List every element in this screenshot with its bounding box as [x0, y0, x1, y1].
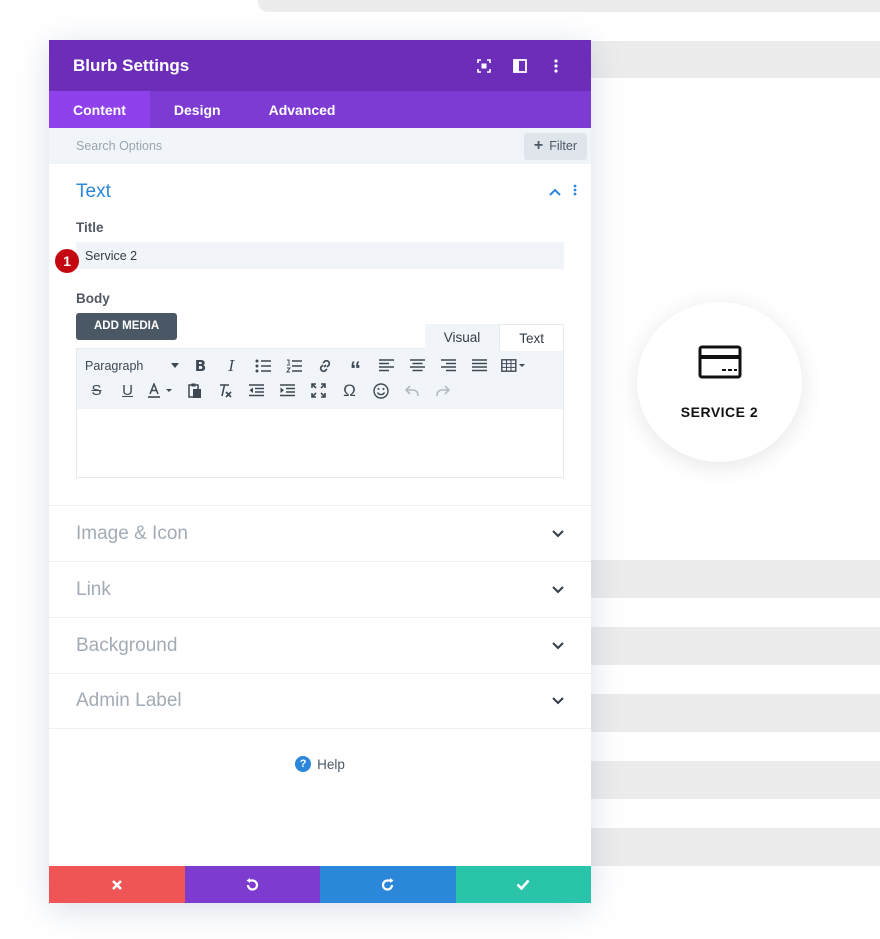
bg-stripe	[560, 761, 880, 799]
align-left-icon[interactable]	[371, 353, 402, 378]
credit-card-icon	[698, 345, 742, 384]
redo-button[interactable]	[320, 866, 456, 903]
bold-icon[interactable]: B	[185, 353, 216, 378]
search-bar: + Filter	[49, 128, 591, 164]
title-input[interactable]	[76, 242, 564, 269]
indent-icon[interactable]	[272, 378, 303, 403]
chevron-down-icon	[552, 581, 564, 599]
caret-down-icon	[171, 363, 179, 368]
add-media-button[interactable]: ADD MEDIA	[76, 313, 178, 340]
undo-button[interactable]	[184, 866, 320, 903]
bg-stripe	[560, 41, 880, 78]
section-background-title: Background	[76, 634, 178, 656]
section-image-icon-title: Image & Icon	[76, 522, 188, 544]
section-link-title: Link	[76, 578, 111, 600]
filter-label: Filter	[549, 139, 577, 153]
tab-content[interactable]: Content	[49, 91, 150, 128]
top-bar-stripe	[258, 0, 880, 12]
tab-text[interactable]: Text	[499, 324, 564, 351]
bullet-list-icon[interactable]	[247, 353, 278, 378]
section-image-icon[interactable]: Image & Icon	[49, 505, 591, 561]
blurb-preview-title: SERVICE 2	[680, 403, 759, 420]
close-icon	[111, 879, 122, 890]
bg-stripe	[560, 560, 880, 598]
section-admin-label-title: Admin Label	[76, 690, 182, 711]
panel-tabs: Content Design Advanced	[49, 91, 591, 128]
blurb-preview[interactable]: SERVICE 2	[637, 302, 802, 462]
text-section-title: Text	[76, 181, 111, 202]
bg-stripe	[560, 828, 880, 866]
step-badge: 1	[55, 249, 79, 273]
text-color-icon[interactable]	[143, 378, 179, 403]
bg-stripe	[560, 627, 880, 665]
special-character-icon[interactable]: Ω	[334, 378, 365, 403]
align-right-icon[interactable]	[433, 353, 464, 378]
outdent-icon[interactable]	[241, 378, 272, 403]
paste-text-icon[interactable]	[179, 378, 210, 403]
chevron-down-icon	[552, 525, 564, 543]
fullscreen-editor-icon[interactable]	[303, 378, 334, 403]
redo-icon	[381, 877, 394, 891]
panel-header[interactable]: Blurb Settings	[49, 40, 591, 91]
undo-icon[interactable]	[396, 378, 427, 403]
help-label: Help	[317, 756, 345, 772]
panel-title: Blurb Settings	[73, 55, 190, 75]
text-section-header[interactable]: Text	[76, 164, 577, 220]
rich-text-editor: Paragraph B I “ S U Ω	[76, 348, 564, 478]
italic-icon[interactable]: I	[216, 353, 247, 378]
undo-icon	[246, 877, 259, 891]
strikethrough-icon[interactable]: S	[81, 378, 112, 403]
chevron-up-icon[interactable]	[549, 183, 561, 201]
underline-icon[interactable]: U	[112, 378, 143, 403]
tab-visual[interactable]: Visual	[424, 324, 500, 351]
align-center-icon[interactable]	[402, 353, 433, 378]
emoji-icon[interactable]	[365, 378, 396, 403]
table-icon[interactable]	[495, 353, 531, 378]
section-background[interactable]: Background	[49, 617, 591, 673]
save-button[interactable]	[455, 866, 591, 903]
numbered-list-icon[interactable]	[278, 353, 309, 378]
text-section: Text Title 1 Body ADD MEDIA Visual Text	[49, 164, 591, 506]
bg-stripe	[560, 694, 880, 732]
clear-formatting-icon[interactable]	[210, 378, 241, 403]
section-options-icon[interactable]	[573, 183, 577, 201]
help-icon: ?	[295, 756, 312, 772]
redo-icon[interactable]	[427, 378, 458, 403]
tab-advanced[interactable]: Advanced	[245, 91, 360, 128]
help-link[interactable]: ? Help	[49, 756, 591, 772]
filter-button[interactable]: + Filter	[523, 132, 587, 160]
cancel-button[interactable]	[49, 866, 185, 903]
paragraph-format-select[interactable]: Paragraph	[81, 359, 185, 373]
section-link[interactable]: Link	[49, 561, 591, 617]
chevron-down-icon	[552, 692, 564, 710]
body-field-label: Body	[76, 291, 110, 306]
tab-design[interactable]: Design	[150, 91, 245, 128]
split-view-icon[interactable]	[509, 55, 531, 77]
chevron-down-icon	[552, 637, 564, 655]
body-editor-area[interactable]	[77, 409, 563, 477]
editor-toolbar: Paragraph B I “ S U Ω	[77, 349, 563, 409]
search-options-input[interactable]	[76, 139, 376, 153]
fullscreen-icon[interactable]	[473, 55, 495, 77]
justify-icon[interactable]	[464, 353, 495, 378]
title-field-label: Title	[76, 220, 104, 235]
panel-footer	[49, 866, 591, 903]
paragraph-format-label: Paragraph	[85, 358, 144, 373]
blurb-settings-panel: Blurb Settings Content Design Advanced +…	[49, 40, 591, 903]
editor-mode-tabs: Visual Text	[424, 324, 564, 351]
section-admin-label[interactable]: Admin Label	[49, 673, 591, 729]
blockquote-icon[interactable]: “	[340, 353, 371, 382]
more-options-icon[interactable]	[545, 55, 567, 77]
check-icon	[516, 879, 530, 890]
link-icon[interactable]	[309, 353, 340, 378]
plus-icon: +	[533, 137, 544, 154]
